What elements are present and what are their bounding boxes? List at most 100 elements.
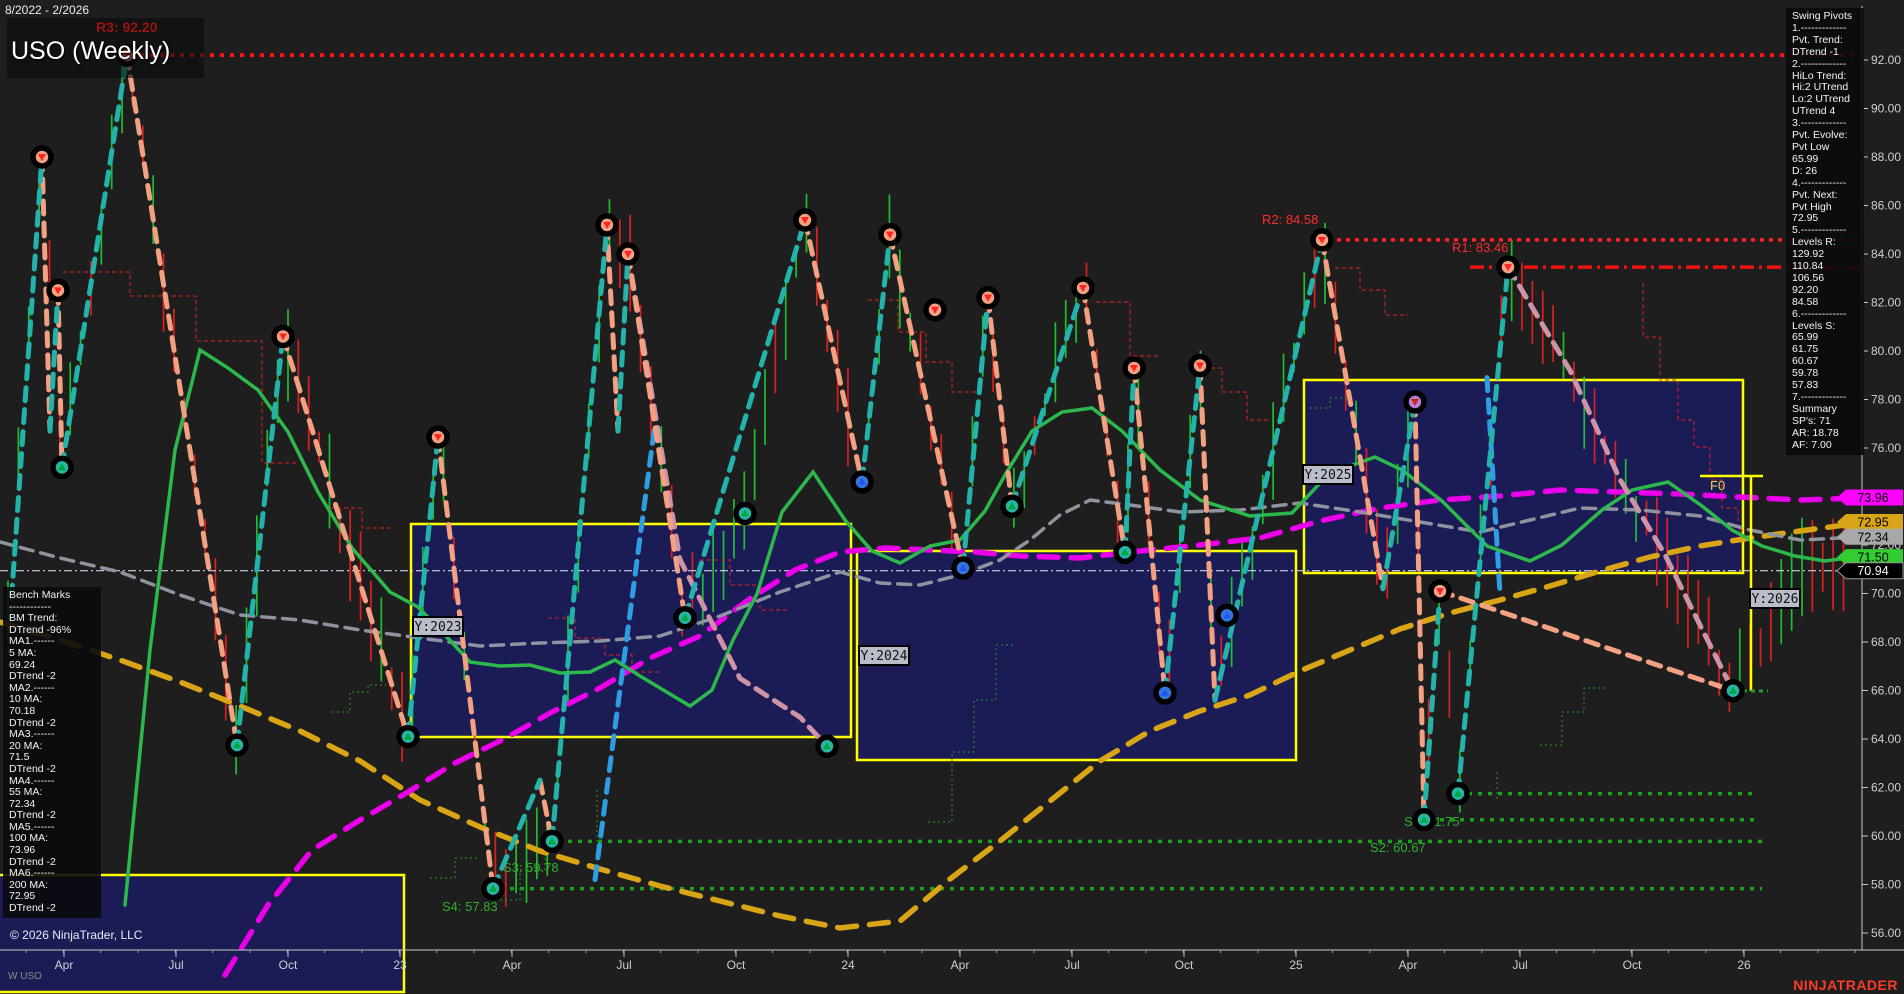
zigzag-down [890, 235, 963, 568]
stop-stair-down [1335, 268, 1408, 315]
panel-line: 70.18 [9, 706, 99, 718]
chart-title: USO (Weekly) [11, 37, 170, 66]
panel-line: 5 MA: [9, 648, 99, 660]
swing-pivots-panel[interactable]: Swing Pivots 1.-------------Pvt. Trend:D… [1786, 8, 1864, 455]
time-axis-label: 26 [1737, 958, 1751, 972]
time-axis-label: Jul [1064, 958, 1079, 972]
panel-line: 92.20 [1792, 285, 1862, 297]
panel-title: Bench Marks [9, 590, 99, 602]
zigzag-up [237, 336, 283, 745]
panel-line: 55 MA: [9, 787, 99, 799]
instrument-watermark: W USO [8, 971, 42, 982]
price-axis-label: 70.00 [1871, 587, 1901, 601]
stop-stair-up [430, 858, 478, 878]
year-label: Y:2026 [1752, 592, 1799, 607]
price-axis-label: 68.00 [1871, 635, 1901, 649]
price-axis-label: 76.00 [1871, 441, 1901, 455]
copyright-text: © 2026 NinjaTrader, LLC [10, 928, 142, 942]
price-chart-canvas[interactable]: R2: 84.58R1: 83.46S1: 61.75S2: 60.67S3: … [0, 0, 1904, 994]
price-tag-value: 72.34 [1857, 530, 1888, 544]
price-axis-label: 60.00 [1871, 829, 1901, 843]
panel-line: AR: 18.78 [1792, 428, 1862, 440]
price-axis-label: 56.00 [1871, 926, 1901, 940]
zigzag-up [50, 290, 58, 431]
price-tag-value: 72.95 [1857, 515, 1888, 529]
price-axis-label: 78.00 [1871, 393, 1901, 407]
time-axis-label: Apr [951, 958, 970, 972]
r3-level-label: R3: 92.20 [96, 19, 157, 35]
chart-title-box: R3: 92.20 USO (Weekly) [7, 18, 204, 78]
time-axis-label: Apr [503, 958, 522, 972]
time-axis-label: Jul [616, 958, 631, 972]
panel-line: DTrend -1 [1792, 47, 1862, 59]
price-axis-label: 86.00 [1871, 199, 1901, 213]
price-axis-label: 88.00 [1871, 150, 1901, 164]
price-tag-value: 73.96 [1857, 491, 1888, 505]
price-axis-label: 92.00 [1871, 53, 1901, 67]
zigzag-up [62, 55, 127, 467]
panel-line: DTrend -2 [9, 764, 99, 776]
time-axis-label: 23 [393, 958, 407, 972]
panel-line: 6.------------- [1792, 309, 1862, 321]
year-range-box [1304, 380, 1743, 573]
time-axis-label: Oct [1175, 958, 1194, 972]
level-label-R2: R2: 84.58 [1262, 212, 1318, 227]
pivot-label: F0 [1710, 478, 1725, 493]
zigzag-up [1125, 368, 1134, 552]
panel-body: ------------BM Trend:DTrend -96%MA1.----… [9, 602, 99, 915]
zigzag-down [283, 336, 408, 736]
price-axis-label: 66.00 [1871, 684, 1901, 698]
panel-line: Pvt. Trend: [1792, 35, 1862, 47]
time-axis-label: Oct [1623, 958, 1642, 972]
time-axis-label: 24 [841, 958, 855, 972]
price-axis-label: 90.00 [1871, 102, 1901, 116]
price-axis-label: 64.00 [1871, 732, 1901, 746]
time-axis-label: Jul [168, 958, 183, 972]
price-axis-label: 62.00 [1871, 781, 1901, 795]
panel-line: 2.------------- [1792, 59, 1862, 71]
panel-line: DTrend -2 [9, 671, 99, 683]
time-axis-label: Jul [1512, 958, 1527, 972]
panel-line: SP's: 71 [1792, 416, 1862, 428]
zigzag-down [805, 220, 862, 482]
time-axis-label: Apr [1399, 958, 1418, 972]
panel-line: 73.96 [9, 845, 99, 857]
stop-stair-down [1096, 302, 1158, 356]
panel-line: Pvt. Next: [1792, 190, 1862, 202]
panel-line: 84.58 [1792, 297, 1862, 309]
panel-line: 4.------------- [1792, 178, 1862, 190]
year-range-box [857, 551, 1296, 760]
time-axis-label: Oct [279, 958, 298, 972]
stop-stair-up [332, 685, 386, 712]
price-axis-label: 84.00 [1871, 247, 1901, 261]
panel-line: D: 26 [1792, 166, 1862, 178]
panel-line: MA3.------ [9, 729, 99, 741]
panel-line: AF: 7.00 [1792, 440, 1862, 452]
stop-stair-down [868, 300, 978, 392]
zigzag-up [1012, 288, 1083, 506]
bench-marks-panel[interactable]: Bench Marks ------------BM Trend:DTrend … [3, 587, 101, 918]
ninjatrader-logo: NINJATRADER [1793, 977, 1898, 993]
price-axis-label: 82.00 [1871, 296, 1901, 310]
zigzag-up [862, 235, 890, 482]
level-label-S3: S3: 59.78 [503, 860, 559, 875]
year-label: Y:2024 [861, 649, 908, 664]
zigzag-down [607, 225, 618, 431]
chart-window: R2: 84.58R1: 83.46S1: 61.75S2: 60.67S3: … [0, 0, 1904, 994]
zigzag-up [1424, 591, 1440, 820]
price-axis-label: 80.00 [1871, 344, 1901, 358]
zigzag-up [963, 298, 988, 568]
zigzag-down [988, 298, 1012, 507]
price-axis-label: 58.00 [1871, 878, 1901, 892]
panel-line: 65.99 [1792, 154, 1862, 166]
level-label-S4: S4: 57.83 [442, 899, 498, 914]
date-range: 8/2022 - 2/2026 [5, 3, 89, 17]
panel-line: DTrend -2 [9, 903, 99, 915]
time-axis-label: Apr [55, 958, 74, 972]
year-label: Y:2023 [415, 620, 462, 635]
price-tag-value: 70.94 [1857, 564, 1888, 578]
zigzag-down [1083, 288, 1125, 552]
time-axis-label: 25 [1289, 958, 1303, 972]
level-label-R1: R1: 83.46 [1452, 240, 1508, 255]
time-axis-label: Oct [727, 958, 746, 972]
